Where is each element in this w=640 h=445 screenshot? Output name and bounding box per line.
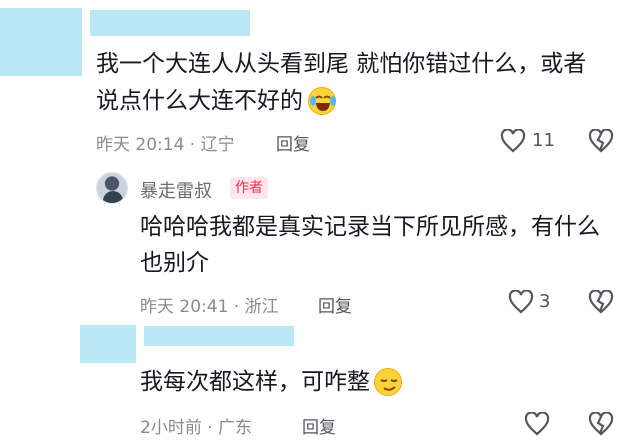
reply-button[interactable]: 回复 (302, 413, 336, 438)
reply-button[interactable]: 回复 (318, 292, 352, 317)
broken-heart-icon[interactable] (588, 290, 614, 314)
laughing-crying-emoji (308, 87, 336, 115)
heart-icon[interactable] (508, 290, 534, 314)
like-count: 3 (539, 291, 551, 312)
comment-text-line2: 也别介 (140, 250, 209, 276)
comment-text-line2: 说点什么大连不好的 (96, 88, 303, 114)
author-badge: 作者 (230, 177, 268, 199)
redacted-username (90, 10, 250, 36)
smirk-emoji (374, 368, 402, 396)
comment-timestamp-location: 昨天 20:41 · 浙江 (140, 297, 279, 317)
redacted-avatar (80, 325, 136, 363)
author-avatar[interactable] (96, 172, 128, 204)
comment-timestamp-location: 2小时前 · 广东 (140, 418, 253, 438)
redacted-username (144, 326, 294, 346)
comment-timestamp-location: 昨天 20:14 · 辽宁 (96, 135, 235, 155)
comment-text-line1: 我每次都这样，可咋整 (140, 369, 370, 395)
heart-icon[interactable] (524, 412, 550, 436)
broken-heart-icon[interactable] (588, 412, 614, 436)
reply-button[interactable]: 回复 (276, 130, 310, 155)
comment-text-line1: 我一个大连人从头看到尾 就怕你错过什么，或者 (96, 51, 587, 77)
heart-icon[interactable] (500, 129, 526, 153)
author-name[interactable]: 暴走雷叔 (140, 177, 212, 203)
comment-text-line1: 哈哈哈我都是真实记录当下所见所感，有什么 (140, 214, 600, 240)
broken-heart-icon[interactable] (588, 129, 614, 153)
redacted-avatar (0, 8, 82, 76)
like-count: 11 (532, 130, 555, 151)
